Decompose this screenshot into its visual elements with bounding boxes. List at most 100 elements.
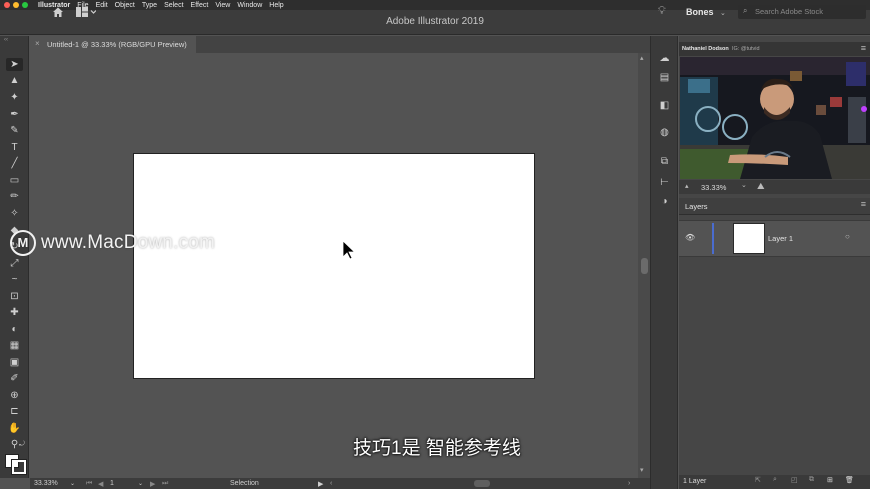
perspective-grid-tool-icon[interactable]: ▦ (6, 339, 23, 352)
layers-panel-footer: 1 Layer ⇱ ⌕ ◰ ⧉ ⊞ 🗑︎ (679, 475, 870, 489)
color-guide-icon[interactable]: ◧ (658, 100, 671, 112)
image-trace-icon[interactable]: ▤ (658, 72, 671, 84)
arrange-documents-icon[interactable] (76, 7, 96, 17)
video-overlay-header: Nathaniel Dodson IG: @tutvid ≡ (679, 42, 870, 56)
transparency-icon[interactable]: ◑ (658, 196, 671, 208)
rectangle-tool-icon[interactable]: ▭ (6, 174, 23, 187)
libraries-icon[interactable]: ☁ (658, 53, 671, 65)
window-controls (4, 2, 28, 8)
artboard-tool-icon[interactable]: ⊏ (6, 405, 23, 418)
visibility-eye-icon[interactable]: 👁︎ (685, 233, 695, 242)
free-transform-tool-icon[interactable]: ⊡ (6, 290, 23, 303)
document-tab-label: Untitled-1 @ 33.33% (RGB/GPU Preview) (47, 40, 187, 49)
eyedropper-tool-icon[interactable]: ✐ (6, 372, 23, 385)
menu-object[interactable]: Object (115, 2, 135, 9)
layers-panel-menu-icon[interactable]: ≡ (861, 199, 866, 209)
artboard-dropdown-icon[interactable]: ⌄ (138, 480, 143, 487)
type-tool-icon[interactable]: T (6, 141, 23, 154)
shaper-tool-icon[interactable]: ✧ (6, 207, 23, 220)
current-tool-label: Selection (230, 480, 259, 487)
locate-object-icon[interactable]: ⌕ (773, 476, 777, 484)
status-bar: 33.33% ⌄ ⏮ ◀ 1 ⌄ ▶ ⏭ Selection ▶ ‹ › (30, 478, 650, 489)
close-tab-icon[interactable]: × (35, 39, 40, 48)
blend-tool-icon[interactable]: ⊕ (6, 389, 23, 402)
delete-layer-icon[interactable]: 🗑︎ (845, 476, 854, 484)
scale-tool-icon[interactable]: ⤢ (6, 257, 23, 270)
puppet-warp-tool-icon[interactable]: ✚ (6, 306, 23, 319)
scroll-down-arrow-icon[interactable]: ▾ (640, 466, 644, 474)
layer-row[interactable]: 👁︎ Layer 1 ○ (679, 220, 870, 257)
menu-edit[interactable]: Edit (96, 2, 108, 9)
menu-help[interactable]: Help (269, 2, 283, 9)
direct-selection-tool-icon[interactable]: ▲ (6, 74, 23, 87)
layer-name[interactable]: Layer 1 (768, 234, 793, 243)
layer-count: 1 Layer (683, 478, 707, 485)
make-clipping-mask-icon[interactable]: ◰ (791, 476, 798, 484)
workspace-name: Bones (686, 7, 714, 17)
swap-fill-stroke-icon[interactable]: ⤾ (19, 441, 25, 449)
warp-tool-icon[interactable]: ~ (6, 273, 23, 286)
scroll-up-arrow-icon[interactable]: ▴ (640, 54, 644, 62)
layers-panel-header: Layers ≡ (679, 198, 870, 215)
video-subtitle: 技巧1是 智能参考线 (353, 438, 521, 459)
lightbulb-icon[interactable]: 💡︎ (658, 5, 666, 18)
zoom-level[interactable]: 33.33% (34, 480, 58, 487)
gradient-tool-icon[interactable]: ▣ (6, 356, 23, 369)
paintbrush-tool-icon[interactable]: ✏ (6, 190, 23, 203)
zoom-in-icon[interactable]: ⛰ (757, 181, 765, 192)
appearance-icon[interactable]: ◍ (658, 127, 671, 139)
chevron-down-icon: ⌄ (720, 10, 726, 17)
watermark-text: www.MacDown.com (41, 232, 216, 253)
search-icon: ⌕ (743, 6, 748, 15)
home-icon[interactable] (52, 6, 64, 18)
align-icon[interactable]: ⊢ (658, 177, 671, 189)
menu-effect[interactable]: Effect (191, 2, 209, 9)
menu-type[interactable]: Type (142, 2, 157, 9)
zoom-dropdown-icon[interactable]: ⌄ (70, 480, 75, 487)
curvature-tool-icon[interactable]: ✎ (6, 124, 23, 137)
hand-tool-icon[interactable]: ✋ (6, 422, 23, 435)
document-tab[interactable]: × Untitled-1 @ 33.33% (RGB/GPU Preview) (30, 36, 196, 53)
mouse-cursor-icon (342, 240, 356, 260)
new-layer-icon[interactable]: ⊞ (827, 476, 833, 484)
toolbar-collapse-icon[interactable]: ‹‹ (4, 37, 8, 43)
shape-builder-tool-icon[interactable]: ◐ (6, 323, 23, 336)
layer-color-indicator (712, 223, 714, 254)
pen-tool-icon[interactable]: ✒ (6, 108, 23, 121)
zoom-out-icon[interactable]: ▴ (685, 182, 689, 190)
navigator-zoom-dropdown-icon[interactable]: ⌄ (741, 181, 747, 189)
stroke-swatch[interactable] (11, 459, 27, 475)
new-sublayer-icon[interactable]: ⧉ (809, 476, 814, 484)
status-menu-icon[interactable]: ▶ (318, 480, 323, 488)
previous-artboard-icon[interactable]: ◀ (98, 480, 103, 488)
scroll-left-arrow-icon[interactable]: ‹ (330, 480, 332, 487)
panel-menu-icon[interactable]: ≡ (861, 43, 866, 53)
search-placeholder: Search Adobe Stock (755, 7, 823, 16)
minimize-window-button[interactable] (13, 2, 19, 8)
first-artboard-icon[interactable]: ⏮ (86, 480, 92, 488)
watermark-logo: M (10, 230, 36, 256)
zoom-window-button[interactable] (22, 2, 28, 8)
selection-tool-icon[interactable]: ➤ (6, 58, 23, 71)
workspace-switcher[interactable]: Bones ⌄ (686, 7, 726, 17)
artboard[interactable] (133, 153, 535, 379)
magic-wand-tool-icon[interactable]: ✦ (6, 91, 23, 104)
close-window-button[interactable] (4, 2, 10, 8)
line-tool-icon[interactable]: ╱ (6, 157, 23, 170)
next-artboard-icon[interactable]: ▶ (150, 480, 155, 488)
menu-select[interactable]: Select (164, 2, 183, 9)
navigator-zoom[interactable]: 33.33% (701, 183, 726, 192)
presenter-handle: IG: @tutvid (732, 46, 760, 52)
vertical-scroll-thumb[interactable] (641, 258, 648, 274)
last-artboard-icon[interactable]: ⏭ (162, 480, 168, 488)
scroll-right-arrow-icon[interactable]: › (628, 480, 630, 487)
layer-target-icon[interactable]: ○ (845, 232, 850, 241)
menu-view[interactable]: View (215, 2, 230, 9)
horizontal-scroll-thumb[interactable] (474, 480, 490, 487)
artboard-number[interactable]: 1 (110, 480, 114, 487)
export-icon[interactable]: ⇱ (755, 476, 761, 484)
layers-panel-title[interactable]: Layers (685, 202, 708, 211)
search-stock-input[interactable]: ⌕ Search Adobe Stock (738, 5, 866, 19)
pathfinder-icon[interactable]: ⧉ (658, 156, 671, 168)
menu-window[interactable]: Window (237, 2, 262, 9)
